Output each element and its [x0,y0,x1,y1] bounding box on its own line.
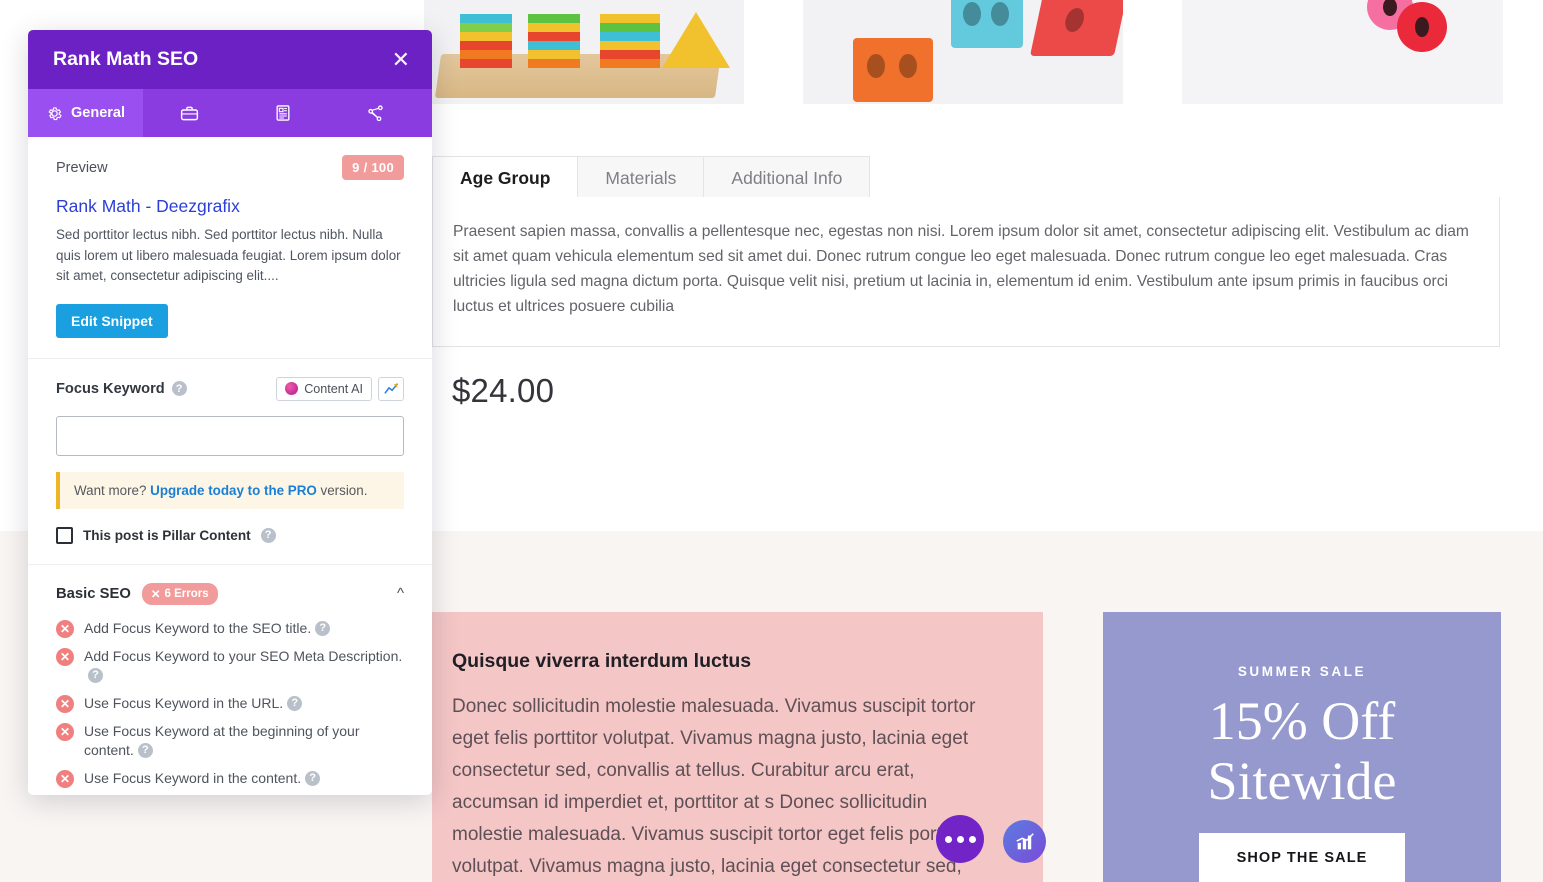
help-icon[interactable]: ? [88,668,103,684]
schema-document-icon [276,105,289,121]
dot-icon [968,835,976,843]
upsell-suffix: version. [316,482,368,498]
panel-tab-social[interactable] [143,89,236,137]
error-text: Add Focus Keyword to the SEO title. [84,619,312,636]
tab-additional-info[interactable]: Additional Info [704,156,871,198]
tab-materials[interactable]: Materials [578,156,705,198]
error-icon: ✕ [56,647,74,666]
panel-title: Rank Math SEO [53,48,199,70]
upsell-prefix: Want more? [74,482,151,498]
basic-seo-title: Basic SEO [56,585,131,602]
pillar-content-checkbox[interactable] [56,526,73,544]
list-item: ✕ Use Focus Keyword in the content.? [56,769,404,788]
toy-stack [460,14,512,68]
pillar-content-label: This post is Pillar Content [83,527,251,543]
panel-tab-general[interactable]: General [28,89,143,137]
promo-card-purple: SUMMER SALE 15% Off Sitewide SHOP THE SA… [1103,612,1501,882]
error-text: Add Focus Keyword to your SEO Meta Descr… [84,647,403,664]
toy-stack [600,14,660,68]
error-text: Use Focus Keyword in the content. [84,769,302,786]
close-icon: ✕ [150,588,161,601]
toy-triangle [662,12,730,68]
panel-tab-general-label: General [71,105,125,121]
toy-block-red [1029,0,1124,56]
basic-seo-header: Basic SEO ✕ 6 Errors ^ [28,565,432,613]
help-icon[interactable]: ? [287,696,303,712]
content-ai-label: Content AI [304,381,363,396]
rank-math-panel: Rank Math SEO ✕ General Preview 9 / 100 … [28,30,432,795]
focus-keyword-section: Focus Keyword ? Content AI Want more? Up… [28,359,432,565]
screen: Age Group Materials Additional Info Prae… [0,0,1543,882]
error-icon: ✕ [56,694,74,713]
snippet-description: Sed porttitor lectus nibh. Sed porttitor… [56,227,401,283]
upgrade-pro-link[interactable]: Upgrade today to the PRO [150,483,317,498]
panel-tab-links[interactable] [329,89,422,137]
error-text: Use Focus Keyword at the beginning of yo… [84,722,360,758]
bar-chart-icon [1015,832,1034,849]
edit-snippet-button[interactable]: Edit Snippet [56,303,168,338]
panel-tab-bar: General [28,89,432,137]
trending-up-button[interactable] [378,376,404,401]
list-item: ✕ Add Focus Keyword to your SEO Meta Des… [56,647,404,685]
product-price: $24.00 [452,372,555,409]
promo-pink-heading: Quisque viverra interdum luctus [452,650,752,672]
help-icon[interactable]: ? [315,621,331,637]
product-image-1[interactable] [424,0,744,104]
product-tab-panel: Praesent sapien massa, convallis a pelle… [432,197,1500,347]
panel-tab-schema[interactable] [236,89,329,137]
basic-seo-error-badge: ✕ 6 Errors [141,582,218,605]
gear-icon [48,106,62,120]
toy-stack [528,14,580,68]
help-icon[interactable]: ? [137,743,153,759]
snippet-preview-section: Preview 9 / 100 Rank Math - Deezgrafix S… [28,137,432,359]
promo-headline-line2: Sitewide [1207,751,1397,811]
snippet-title[interactable]: Rank Math - Deezgrafix [56,196,404,217]
seo-score-badge: 9 / 100 [342,155,404,180]
list-item: ✕ Add Focus Keyword to the SEO title.? [56,619,404,638]
preview-label: Preview [56,159,108,176]
toy-block-blue [950,0,1023,48]
toy-ring-red [1397,2,1448,52]
error-icon: ✕ [56,769,74,788]
basic-seo-error-list: ✕ Add Focus Keyword to the SEO title.? ✕… [28,613,432,796]
list-item: ✕ Use Focus Keyword at the beginning of … [56,722,404,760]
dot-icon [956,835,964,843]
product-gallery [424,0,1504,104]
error-count-label: 6 Errors [164,587,209,600]
pro-upsell-banner: Want more? Upgrade today to the PRO vers… [56,471,404,509]
product-image-3[interactable] [1182,0,1504,104]
tab-age-group[interactable]: Age Group [432,156,579,199]
panel-body: Preview 9 / 100 Rank Math - Deezgrafix S… [28,137,432,795]
trending-up-icon [384,383,398,394]
help-icon[interactable]: ? [171,381,187,396]
promo-headline-line1: 15% Off [1208,691,1396,751]
product-image-2[interactable] [802,0,1124,104]
briefcase-icon [180,106,199,120]
product-description: Praesent sapien massa, convallis a pelle… [453,223,1469,315]
focus-keyword-label: Focus Keyword [56,380,165,397]
panel-header: Rank Math SEO ✕ [28,30,432,89]
content-ai-button[interactable]: Content AI [276,376,372,401]
dot-icon [944,835,952,843]
content-ai-icon [285,382,299,395]
analytics-button[interactable] [1003,820,1046,863]
pillar-content-row: This post is Pillar Content ? [56,526,404,544]
help-icon[interactable]: ? [305,771,321,787]
promo-kicker: SUMMER SALE [1237,664,1367,679]
focus-keyword-input[interactable] [56,415,404,456]
social-share-icon [368,104,383,121]
close-icon[interactable]: ✕ [392,48,410,71]
more-options-button[interactable] [936,815,984,863]
list-item: ✕ Use Focus Keyword in the URL.? [56,694,404,713]
help-icon[interactable]: ? [260,527,276,543]
error-icon: ✕ [56,722,74,741]
chevron-up-icon[interactable]: ^ [397,585,404,602]
error-icon: ✕ [56,619,74,638]
product-tabs: Age Group Materials Additional Info [432,156,1500,199]
toy-block-orange [852,38,933,102]
shop-the-sale-button[interactable]: SHOP THE SALE [1198,833,1406,882]
error-text: Use Focus Keyword in the URL. [84,694,284,711]
promo-pink-body: Donec sollicitudin molestie malesuada. V… [452,696,976,877]
